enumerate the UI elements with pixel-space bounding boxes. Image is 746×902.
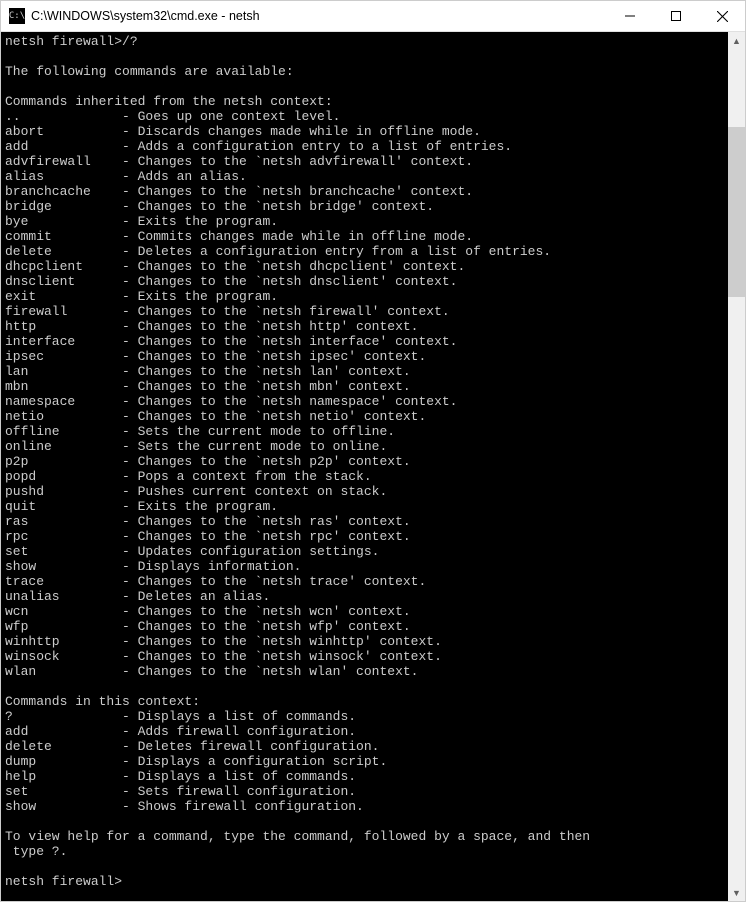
maximize-button[interactable] bbox=[653, 1, 699, 31]
scroll-up-arrow[interactable]: ▲ bbox=[728, 32, 745, 49]
minimize-button[interactable] bbox=[607, 1, 653, 31]
close-button[interactable] bbox=[699, 1, 745, 31]
console-area: netsh firewall>/? The following commands… bbox=[1, 32, 745, 901]
scroll-down-arrow[interactable]: ▼ bbox=[728, 884, 745, 901]
console-output[interactable]: netsh firewall>/? The following commands… bbox=[1, 32, 728, 901]
title-bar: C:\ C:\WINDOWS\system32\cmd.exe - netsh bbox=[1, 1, 745, 32]
window-controls bbox=[607, 1, 745, 31]
scroll-thumb[interactable] bbox=[728, 127, 745, 297]
scrollbar[interactable]: ▲ ▼ bbox=[728, 32, 745, 901]
window-title: C:\WINDOWS\system32\cmd.exe - netsh bbox=[31, 9, 607, 23]
cmd-icon: C:\ bbox=[9, 8, 25, 24]
